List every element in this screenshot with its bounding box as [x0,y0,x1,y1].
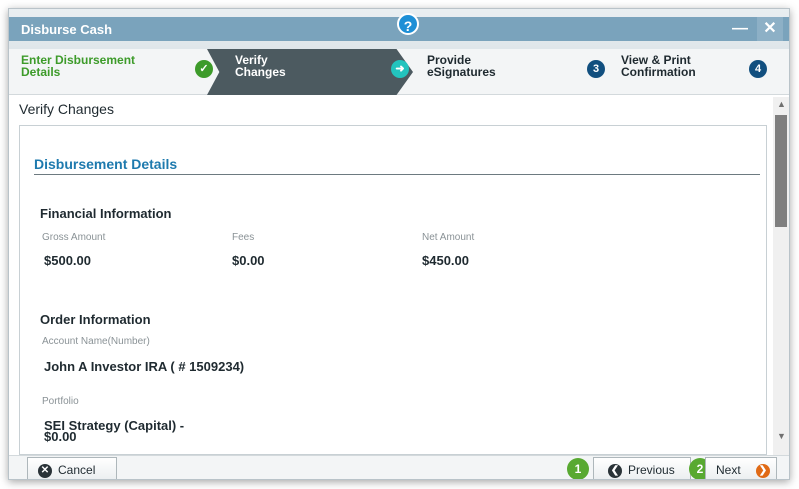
cancel-label: Cancel [58,463,96,477]
section-divider [34,174,760,175]
portfolio-amount: $0.00 [44,429,77,444]
step-label: View & Print Confirmation [621,53,696,79]
vertical-scrollbar[interactable]: ▲ ▼ [773,97,789,455]
details-panel: Disbursement Details Financial Informati… [19,125,767,455]
close-button[interactable]: ✕ [757,17,783,41]
scroll-up-arrow-icon[interactable]: ▲ [777,99,786,109]
portfolio-label: Portfolio [42,396,79,407]
scroll-down-arrow-icon[interactable]: ▼ [777,431,786,441]
page-title: Verify Changes [19,101,114,117]
previous-label: Previous [628,463,675,477]
step-number-badge: 3 [587,60,605,78]
step-label: Enter Disbursement Details [21,53,136,79]
net-amount-value: $450.00 [422,253,469,268]
progress-steps: Enter Disbursement Details ✓ Verify Chan… [9,49,789,95]
dialog-title: Disburse Cash [21,22,113,37]
help-icon[interactable]: ? [397,13,419,35]
next-button[interactable]: Next ❯ [705,457,777,479]
fees-value: $0.00 [232,253,265,268]
cancel-button[interactable]: ✕ Cancel [27,457,117,479]
cancel-x-icon: ✕ [38,464,52,478]
step-enter-details[interactable]: Enter Disbursement Details [9,49,209,95]
account-name-label: Account Name(Number) [42,336,150,347]
account-name-value: John A Investor IRA ( # 1509234) [44,359,245,374]
title-bar: Disburse Cash ? — ✕ [9,9,789,49]
arrow-left-icon: ❮ [608,464,622,478]
scroll-thumb[interactable] [775,115,787,227]
step-number-badge: 4 [749,60,767,78]
callout-badge-1: 1 [567,458,589,479]
order-info-heading: Order Information [40,312,151,327]
gross-amount-value: $500.00 [44,253,91,268]
arrow-right-icon: ❯ [756,464,770,478]
step-label: Provide eSignatures [427,53,496,79]
step-label: Verify Changes [235,53,286,79]
arrow-right-icon: ➜ [391,60,409,78]
net-amount-label: Net Amount [422,232,475,243]
previous-button[interactable]: ❮ Previous [593,457,691,479]
section-title: Disbursement Details [34,156,178,172]
next-label: Next [716,463,741,477]
financial-info-heading: Financial Information [40,206,172,221]
fees-label: Fees [232,232,255,243]
gross-amount-label: Gross Amount [42,232,106,243]
disburse-cash-dialog: Disburse Cash ? — ✕ Enter Disbursement D… [8,8,790,480]
minimize-button[interactable]: — [727,17,753,41]
